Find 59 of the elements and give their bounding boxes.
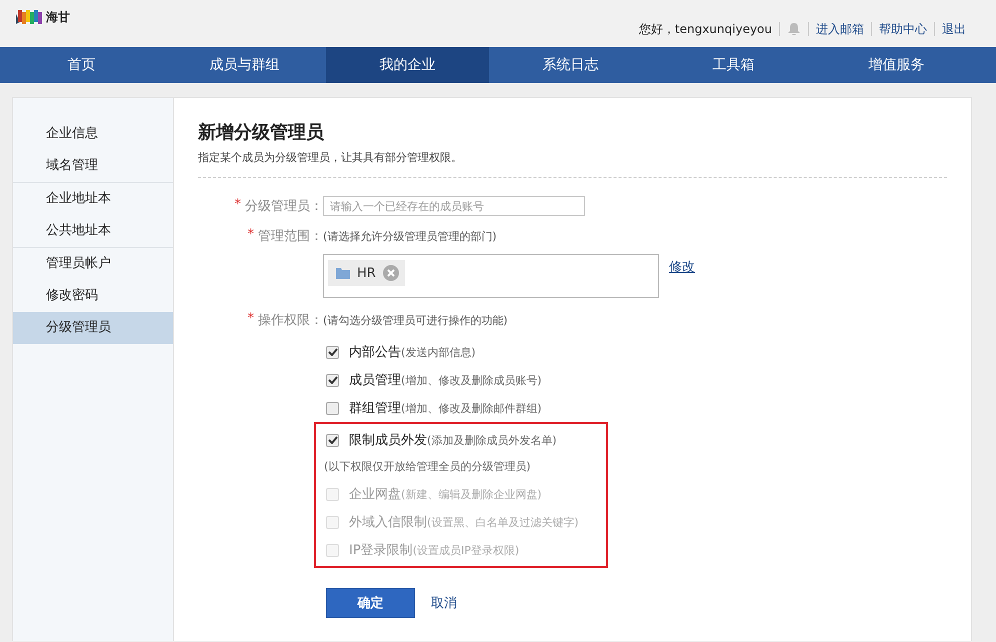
header-link[interactable]: 退出: [942, 20, 966, 38]
sidebar-item[interactable]: 企业地址本: [13, 183, 173, 215]
sidebar-item[interactable]: 公共地址本: [13, 215, 173, 247]
option-label: 成员管理: [349, 372, 401, 389]
logo-text: 海甘: [46, 9, 70, 26]
confirm-button[interactable]: 确定: [326, 588, 415, 618]
page-title: 新增分级管理员: [198, 121, 325, 144]
option-label: 外域入信限制: [349, 514, 427, 531]
option-note: (增加、修改及删除邮件群组): [401, 400, 542, 416]
checkbox[interactable]: [326, 402, 339, 414]
tag-text: HR: [357, 266, 376, 280]
sidebar-item[interactable]: 域名管理: [13, 150, 173, 182]
option-label: IP登录限制: [349, 542, 413, 559]
sidebar-item[interactable]: 分级管理员: [13, 312, 173, 344]
option-note: (发送内部信息): [401, 344, 476, 360]
check-icon: [328, 348, 338, 356]
required-mark: *: [248, 311, 254, 328]
page-subtitle: 指定某个成员为分级管理员，让其具有部分管理权限。: [198, 150, 463, 165]
field-label: 操作权限：: [258, 312, 323, 329]
check-icon: [328, 436, 338, 444]
option-label: 内部公告: [349, 344, 401, 361]
nav-tab[interactable]: 工具箱: [652, 47, 815, 83]
option-label: 企业网盘: [349, 486, 401, 503]
bell-icon: [787, 22, 801, 36]
required-mark: *: [248, 227, 254, 244]
field-label: 管理范围：: [258, 228, 323, 245]
header-link[interactable]: 帮助中心: [879, 20, 927, 38]
nav-tab[interactable]: 成员与群组: [163, 47, 326, 83]
nav-tab[interactable]: 首页: [0, 47, 163, 83]
option-label: 群组管理: [349, 400, 401, 417]
nav-tab[interactable]: 系统日志: [489, 47, 652, 83]
option-note: (增加、修改及删除成员账号): [401, 372, 542, 388]
checkbox[interactable]: [326, 346, 339, 358]
input-field[interactable]: 请输入一个已经存在的成员账号: [323, 196, 585, 216]
sidebar-item[interactable]: 管理员帐户: [13, 248, 173, 280]
sidebar-item[interactable]: 企业信息: [13, 118, 173, 150]
checkbox[interactable]: [326, 374, 339, 386]
note-text: (以下权限仅开放给管理全员的分级管理员): [324, 459, 532, 475]
nav-tab[interactable]: 增值服务: [815, 47, 978, 83]
edit-link[interactable]: 修改: [669, 258, 695, 276]
checkbox[interactable]: [326, 434, 339, 446]
field-label: 分级管理员：: [245, 198, 323, 215]
nav-tab[interactable]: 我的企业: [326, 47, 489, 83]
option-label: 限制成员外发: [349, 432, 427, 449]
option-note: (新建、编辑及删除企业网盘): [401, 486, 542, 502]
option-note: (设置黑、白名单及过滤关键字): [427, 514, 579, 530]
sidebar-item[interactable]: 修改密码: [13, 280, 173, 312]
option-note: (添加及删除成员外发名单): [427, 432, 557, 448]
cancel-link[interactable]: 取消: [431, 594, 457, 612]
folder-icon: [336, 267, 350, 279]
hint-text: (请选择允许分级管理员管理的部门): [323, 228, 497, 244]
required-mark: *: [234, 197, 241, 214]
check-icon: [328, 376, 338, 384]
logo-icon: [14, 8, 44, 26]
hint-text: (请勾选分级管理员可进行操作的功能): [323, 312, 508, 328]
header-link[interactable]: 进入邮箱: [816, 20, 864, 38]
option-note: (设置成员IP登录权限): [412, 542, 520, 558]
greeting-text: 您好，tengxunqiyeyou: [638, 20, 772, 38]
department-field[interactable]: HR: [323, 254, 659, 298]
